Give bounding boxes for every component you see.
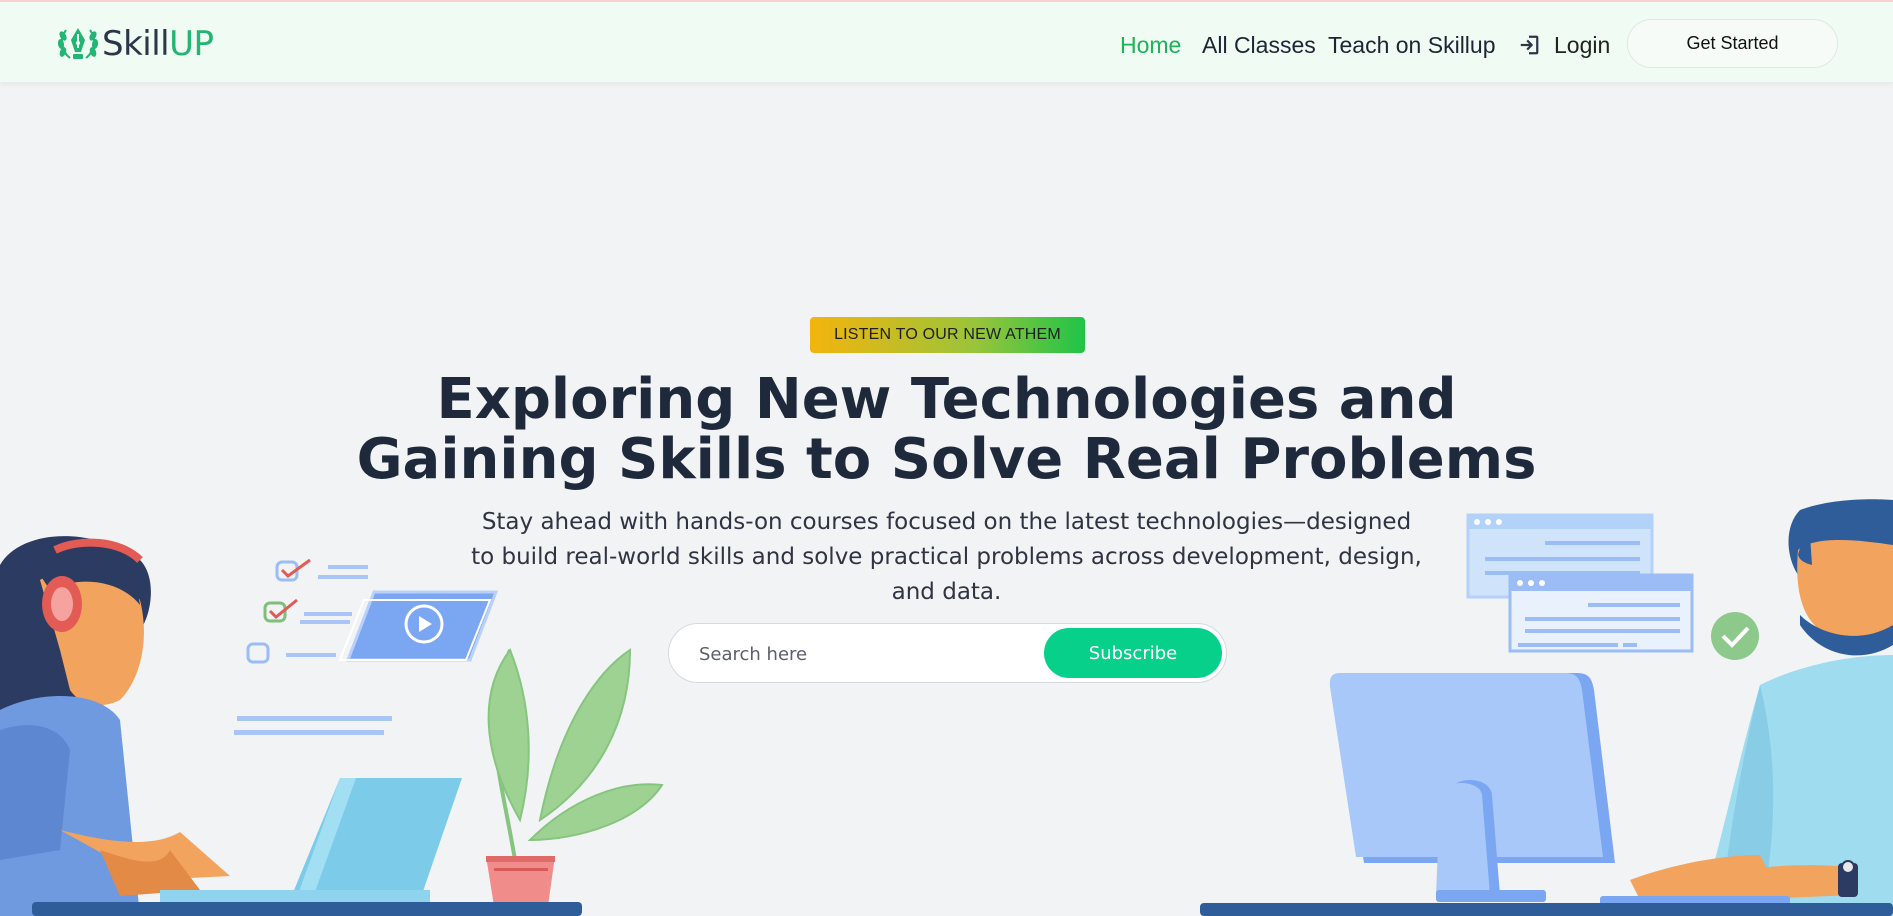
nav-teach-link[interactable]: Teach on Skillup: [1328, 30, 1496, 60]
hero-subtext: Stay ahead with hands-on courses focused…: [471, 509, 1422, 605]
subscribe-button[interactable]: Subscribe: [1044, 628, 1222, 678]
hero-headline-line1: Exploring New Technologies and: [436, 367, 1457, 432]
brand-name: SkillUP: [102, 23, 214, 65]
hero-headline: Exploring New Technologies and Gaining S…: [350, 370, 1543, 490]
brand-name-part1: Skill: [102, 24, 170, 64]
right-desk-graphic: [1200, 903, 1893, 916]
landing-page: SkillUP Home All Classes Teach on Skillu…: [0, 0, 1893, 916]
monitor-graphic: [1329, 673, 1615, 902]
laptop-graphic: [160, 778, 462, 902]
nav-login-link[interactable]: Login: [1518, 30, 1610, 60]
brand-logo[interactable]: SkillUP: [56, 22, 214, 66]
woman-with-headphones-graphic: [0, 536, 230, 916]
brand-name-part2: UP: [169, 24, 214, 64]
navbar: SkillUP Home All Classes Teach on Skillu…: [0, 0, 1893, 82]
nav-home-link[interactable]: Home: [1120, 30, 1181, 60]
subscribe-search-form: Subscribe: [668, 623, 1227, 683]
check-icon: [1711, 612, 1759, 660]
get-started-button[interactable]: Get Started: [1627, 19, 1838, 68]
anthem-badge[interactable]: LISTEN TO OUR NEW ATHEM: [810, 317, 1085, 353]
laurel-pen-logo-icon: [57, 28, 99, 59]
sign-in-arrow-icon: [1520, 35, 1539, 55]
left-desk-graphic: [32, 902, 582, 916]
plant-graphic: [486, 647, 664, 906]
browser-windows-graphic: [1466, 513, 1694, 653]
login-label: Login: [1554, 32, 1611, 58]
nav-all-classes-link[interactable]: All Classes: [1202, 30, 1316, 60]
hero-headline-line2: Gaining Skills to Solve Real Problems: [356, 427, 1537, 492]
search-input[interactable]: [697, 636, 1031, 672]
